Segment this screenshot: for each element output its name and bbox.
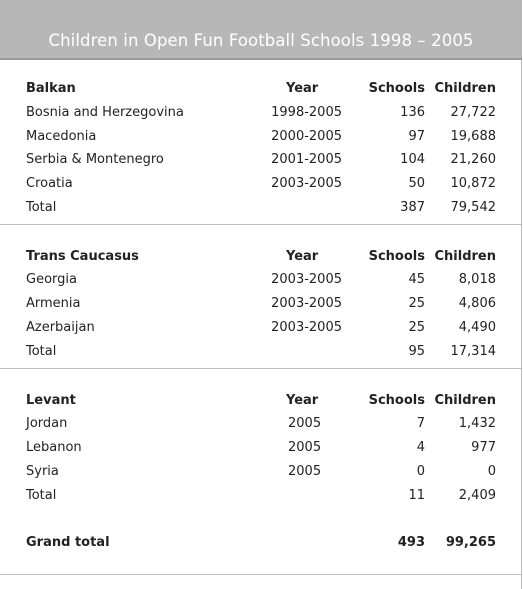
children-count: 977 xyxy=(471,440,496,455)
children-count: 8,018 xyxy=(458,272,496,287)
children-count: 21,260 xyxy=(450,152,497,167)
children-total: 17,314 xyxy=(450,344,497,359)
table-panel: Children in Open Fun Football Schools 19… xyxy=(0,0,522,589)
children-count: 10,872 xyxy=(450,176,497,191)
schools-count: 25 xyxy=(408,320,425,335)
table-row: Armenia 2003-2005 25 4,806 xyxy=(0,295,522,313)
table-row: Georgia 2003-2005 45 8,018 xyxy=(0,271,522,289)
grand-total-label: Grand total xyxy=(26,535,110,550)
country-name: Syria xyxy=(26,464,59,479)
title-bar: Children in Open Fun Football Schools 19… xyxy=(0,0,522,60)
year-range: 2003-2005 xyxy=(271,296,342,311)
country-name: Georgia xyxy=(26,272,77,287)
schools-count: 45 xyxy=(408,272,425,287)
total-row: Total 387 79,542 xyxy=(0,199,522,217)
children-count: 4,490 xyxy=(458,320,496,335)
column-header-schools: Schools xyxy=(368,249,425,264)
country-name: Lebanon xyxy=(26,440,82,455)
year-range: 2005 xyxy=(288,440,322,455)
children-count: 27,722 xyxy=(450,105,497,120)
total-label: Total xyxy=(26,344,57,359)
year-range: 2003-2005 xyxy=(271,320,342,335)
children-count: 4,806 xyxy=(458,296,496,311)
table-row: Lebanon 2005 4 977 xyxy=(0,439,522,457)
country-name: Macedonia xyxy=(26,129,97,144)
country-name: Croatia xyxy=(26,176,73,191)
schools-total: 95 xyxy=(408,344,425,359)
column-header-children: Children xyxy=(434,393,497,408)
schools-count: 4 xyxy=(416,440,425,455)
section-header-trans-caucasus: Trans Caucasus Year Schools Children xyxy=(0,248,522,266)
grand-total-row: Grand total 493 99,265 xyxy=(0,534,522,552)
table-row: Syria 2005 0 0 xyxy=(0,463,522,481)
schools-count: 0 xyxy=(416,464,425,479)
children-total: 2,409 xyxy=(458,488,496,503)
schools-count: 7 xyxy=(416,416,425,431)
year-range: 2005 xyxy=(288,416,322,431)
children-count: 1,432 xyxy=(458,416,496,431)
table-row: Jordan 2005 7 1,432 xyxy=(0,415,522,433)
total-label: Total xyxy=(26,200,57,215)
year-range: 1998-2005 xyxy=(271,105,342,120)
year-range: 2003-2005 xyxy=(271,272,342,287)
children-count: 0 xyxy=(487,464,496,479)
section-name: Balkan xyxy=(26,81,76,96)
section-divider xyxy=(0,224,522,225)
total-row: Total 11 2,409 xyxy=(0,487,522,505)
section-name: Trans Caucasus xyxy=(26,249,139,264)
column-header-year: Year xyxy=(286,393,319,408)
year-range: 2000-2005 xyxy=(271,129,342,144)
children-count: 19,688 xyxy=(450,129,497,144)
section-header-levant: Levant Year Schools Children xyxy=(0,392,522,410)
table-row: Croatia 2003-2005 50 10,872 xyxy=(0,175,522,193)
schools-count: 50 xyxy=(408,176,425,191)
year-range: 2001-2005 xyxy=(271,152,342,167)
table-row: Macedonia 2000-2005 97 19,688 xyxy=(0,128,522,146)
bottom-divider xyxy=(0,574,522,575)
grand-total-children: 99,265 xyxy=(445,535,496,550)
page-title: Children in Open Fun Football Schools 19… xyxy=(48,31,474,50)
country-name: Bosnia and Herzegovina xyxy=(26,105,184,120)
schools-total: 11 xyxy=(408,488,425,503)
schools-count: 136 xyxy=(400,105,425,120)
section-header-balkan: Balkan Year Schools Children xyxy=(0,80,522,98)
total-label: Total xyxy=(26,488,57,503)
section-name: Levant xyxy=(26,393,76,408)
children-total: 79,542 xyxy=(450,200,497,215)
table-row: Bosnia and Herzegovina 1998-2005 136 27,… xyxy=(0,104,522,122)
column-header-children: Children xyxy=(434,249,497,264)
year-range: 2003-2005 xyxy=(271,176,342,191)
schools-total: 387 xyxy=(400,200,425,215)
column-header-schools: Schools xyxy=(368,393,425,408)
country-name: Jordan xyxy=(26,416,68,431)
table-row: Serbia & Montenegro 2001-2005 104 21,260 xyxy=(0,151,522,169)
year-range: 2005 xyxy=(288,464,322,479)
schools-count: 104 xyxy=(400,152,425,167)
grand-total-schools: 493 xyxy=(397,535,425,550)
schools-count: 97 xyxy=(408,129,425,144)
country-name: Azerbaijan xyxy=(26,320,95,335)
total-row: Total 95 17,314 xyxy=(0,343,522,361)
country-name: Serbia & Montenegro xyxy=(26,152,164,167)
schools-count: 25 xyxy=(408,296,425,311)
table-row: Azerbaijan 2003-2005 25 4,490 xyxy=(0,319,522,337)
column-header-year: Year xyxy=(286,249,319,264)
column-header-year: Year xyxy=(286,81,319,96)
country-name: Armenia xyxy=(26,296,81,311)
section-divider xyxy=(0,368,522,369)
column-header-children: Children xyxy=(434,81,497,96)
column-header-schools: Schools xyxy=(368,81,425,96)
